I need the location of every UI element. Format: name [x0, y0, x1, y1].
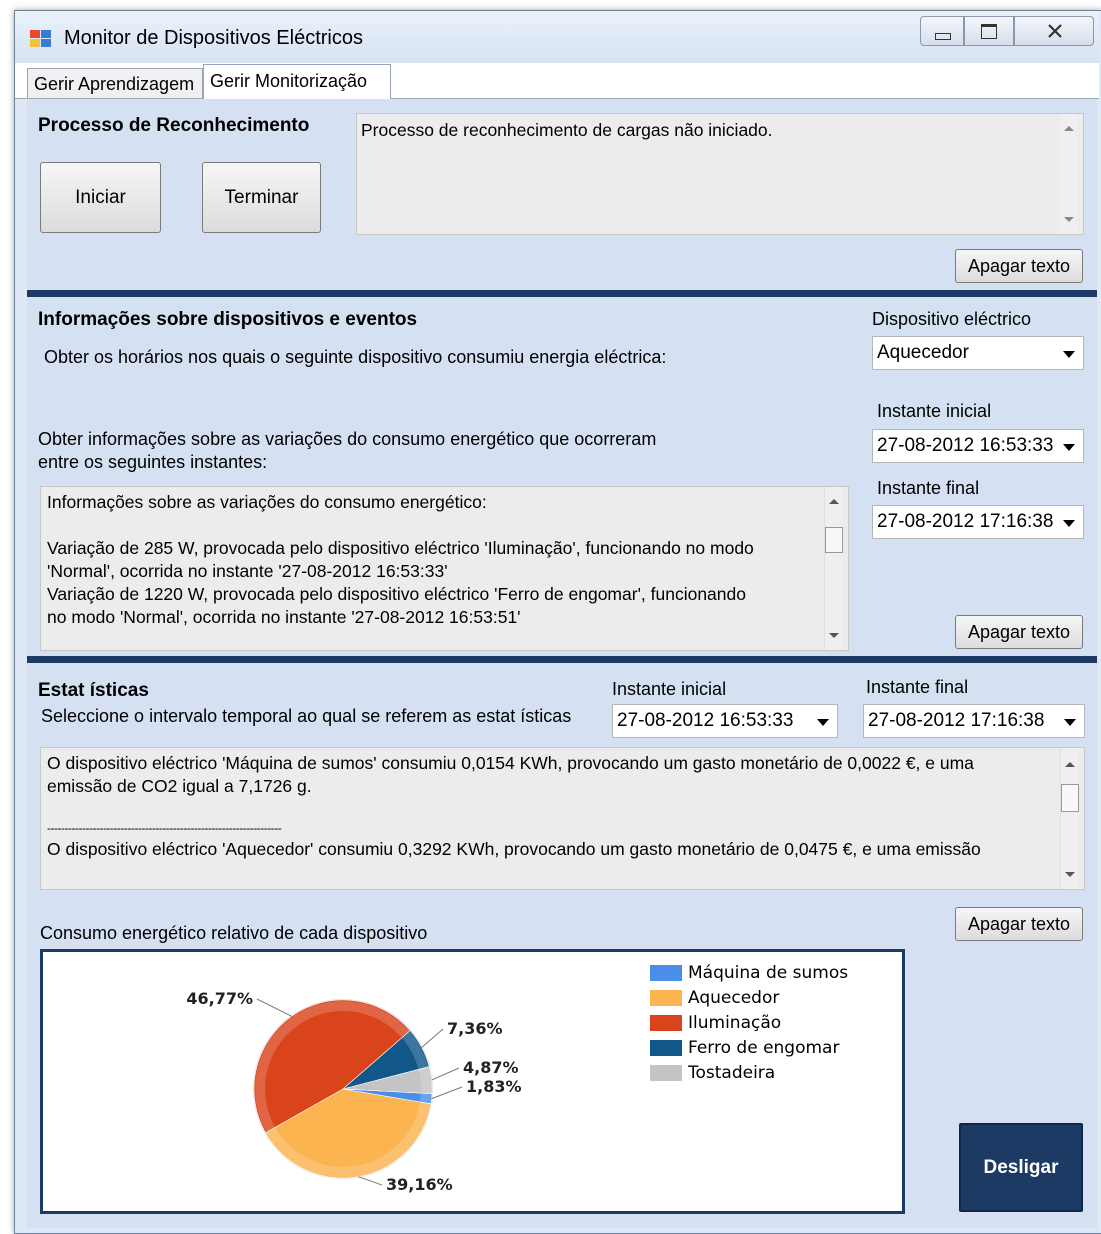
legend-label: Tostadeira — [688, 1063, 776, 1083]
maximize-icon — [981, 24, 997, 39]
variation-query-line2: entre os seguintes instantes: — [38, 452, 268, 472]
legend-swatch — [650, 990, 682, 1006]
scroll-thumb[interactable] — [825, 527, 843, 553]
app-icon — [30, 30, 51, 47]
legend-swatch — [650, 1040, 682, 1056]
recognition-log-text: Processo de reconhecimento de cargas não… — [361, 120, 773, 140]
legend-label: Ferro de engomar — [688, 1038, 840, 1058]
scroll-down-icon — [829, 633, 839, 638]
variations-log-scrollbar[interactable] — [824, 487, 843, 650]
tab-gerir-aprendizagem[interactable]: Gerir Aprendizagem — [27, 68, 203, 98]
stats-end-label: Instante final — [866, 677, 969, 697]
pie-leader-line — [256, 998, 292, 1017]
variations-clear-button[interactable]: Apagar texto — [955, 615, 1083, 649]
statistics-log-line: O dispositivo eléctrico 'Aquecedor' cons… — [47, 839, 981, 859]
legend-label: Iluminação — [688, 1013, 782, 1033]
tab-gerir-monitorizacao[interactable]: Gerir Monitorização — [203, 64, 391, 100]
legend-item: Máquina de sumos — [650, 963, 890, 988]
pie-leader-line — [358, 1176, 383, 1186]
pie-leader-line — [431, 1067, 460, 1081]
pie-data-label: 4,87% — [463, 1058, 519, 1077]
off-button[interactable]: Desligar — [959, 1123, 1083, 1212]
info-start-label: Instante inicial — [877, 401, 992, 421]
recognition-log-scrollbar[interactable] — [1060, 114, 1078, 234]
legend-label: Máquina de sumos — [688, 963, 849, 983]
minimize-icon — [935, 33, 951, 40]
statistics-log-line: emissão de CO2 igual a 7,1726 g. — [47, 776, 312, 796]
variations-log-line: Variação de 285 W, provocada pelo dispos… — [47, 538, 754, 558]
maximize-button[interactable] — [964, 16, 1014, 46]
statistics-log[interactable]: O dispositivo eléctrico 'Máquina de sumo… — [40, 747, 1085, 890]
scroll-down-icon — [1064, 217, 1074, 222]
scroll-thumb[interactable] — [1061, 784, 1079, 812]
device-select[interactable]: Aquecedor — [872, 336, 1084, 370]
legend-item: Ferro de engomar — [650, 1038, 890, 1063]
variations-log-line — [47, 514, 842, 537]
legend-swatch — [650, 1065, 682, 1081]
statistics-subtitle: Seleccione o intervalo temporal ao qual … — [41, 706, 572, 726]
legend-swatch — [650, 1015, 682, 1031]
scroll-up-icon — [1065, 762, 1075, 767]
info-end-label: Instante final — [877, 478, 980, 498]
pie-data-label: 7,36% — [447, 1019, 503, 1038]
window-title: Monitor de Dispositivos Eléctricos — [64, 27, 363, 49]
legend-item: Tostadeira — [650, 1063, 890, 1088]
statistics-heading: Estat ísticas — [38, 680, 149, 701]
variations-log-line: Informações sobre as variações do consum… — [47, 492, 487, 512]
device-query-text: Obter os horários nos quais o seguinte d… — [44, 347, 667, 367]
section-divider — [27, 290, 1097, 297]
info-end-value: 27-08-2012 17:16:38 — [877, 511, 1054, 532]
recognition-clear-button[interactable]: Apagar texto — [955, 249, 1083, 283]
chevron-down-icon — [1063, 444, 1075, 451]
pie-data-label: 39,16% — [386, 1175, 453, 1194]
stats-start-label: Instante inicial — [612, 679, 727, 699]
chevron-down-icon — [1064, 719, 1076, 726]
stop-button[interactable]: Terminar — [202, 162, 321, 233]
scroll-down-icon — [1065, 872, 1075, 877]
variation-query-line1: Obter informações sobre as variações do … — [38, 429, 657, 449]
variations-log[interactable]: Informações sobre as variações do consum… — [40, 486, 849, 651]
minimize-button[interactable] — [920, 16, 964, 46]
legend-label: Aquecedor — [688, 988, 780, 1008]
chart-caption: Consumo energético relativo de cada disp… — [40, 923, 428, 943]
pie-data-label: 46,77% — [186, 989, 253, 1008]
recognition-heading: Processo de Reconhecimento — [38, 115, 310, 136]
scroll-up-icon — [1064, 126, 1074, 131]
info-end-datetime[interactable]: 27-08-2012 17:16:38 — [872, 505, 1084, 539]
stats-end-value: 27-08-2012 17:16:38 — [868, 710, 1045, 731]
variations-log-line: 'Normal', ocorrida no instante '27-08-20… — [47, 561, 448, 581]
section-divider — [27, 656, 1097, 663]
chevron-down-icon — [817, 719, 829, 726]
scroll-up-icon — [829, 499, 839, 504]
stats-end-datetime[interactable]: 27-08-2012 17:16:38 — [863, 704, 1085, 738]
close-button[interactable] — [1014, 16, 1094, 46]
start-button[interactable]: Iniciar — [40, 162, 161, 233]
legend-swatch — [650, 965, 682, 981]
statistics-log-line: ----------------------------------------… — [47, 821, 282, 835]
info-start-value: 27-08-2012 16:53:33 — [877, 435, 1054, 456]
devices-info-heading: Informações sobre dispositivos e eventos — [38, 309, 418, 330]
statistics-log-scrollbar[interactable] — [1060, 748, 1079, 889]
stats-start-datetime[interactable]: 27-08-2012 16:53:33 — [612, 704, 838, 738]
variations-log-line: Variação de 1220 W, provocada pelo dispo… — [47, 584, 746, 604]
legend-item: Iluminação — [650, 1013, 890, 1038]
stats-start-value: 27-08-2012 16:53:33 — [617, 710, 794, 731]
close-icon — [1048, 24, 1062, 38]
legend-item: Aquecedor — [650, 988, 890, 1013]
chevron-down-icon — [1063, 351, 1075, 358]
statistics-log-line — [47, 798, 1078, 818]
chart-legend: Máquina de sumos Aquecedor Iluminação Fe… — [650, 963, 890, 1088]
info-start-datetime[interactable]: 27-08-2012 16:53:33 — [872, 429, 1084, 463]
pie-data-label: 1,83% — [466, 1077, 522, 1096]
variations-log-line: no modo 'Normal', ocorrida no instante '… — [47, 607, 521, 627]
statistics-clear-button[interactable]: Apagar texto — [955, 907, 1083, 941]
chevron-down-icon — [1063, 520, 1075, 527]
statistics-log-line: O dispositivo eléctrico 'Máquina de sumo… — [47, 753, 974, 773]
device-label: Dispositivo eléctrico — [872, 309, 1032, 329]
device-select-value: Aquecedor — [877, 342, 969, 363]
pie-leader-line — [421, 1028, 444, 1048]
recognition-log[interactable]: Processo de reconhecimento de cargas não… — [356, 113, 1084, 235]
pie-leader-line — [431, 1086, 463, 1100]
